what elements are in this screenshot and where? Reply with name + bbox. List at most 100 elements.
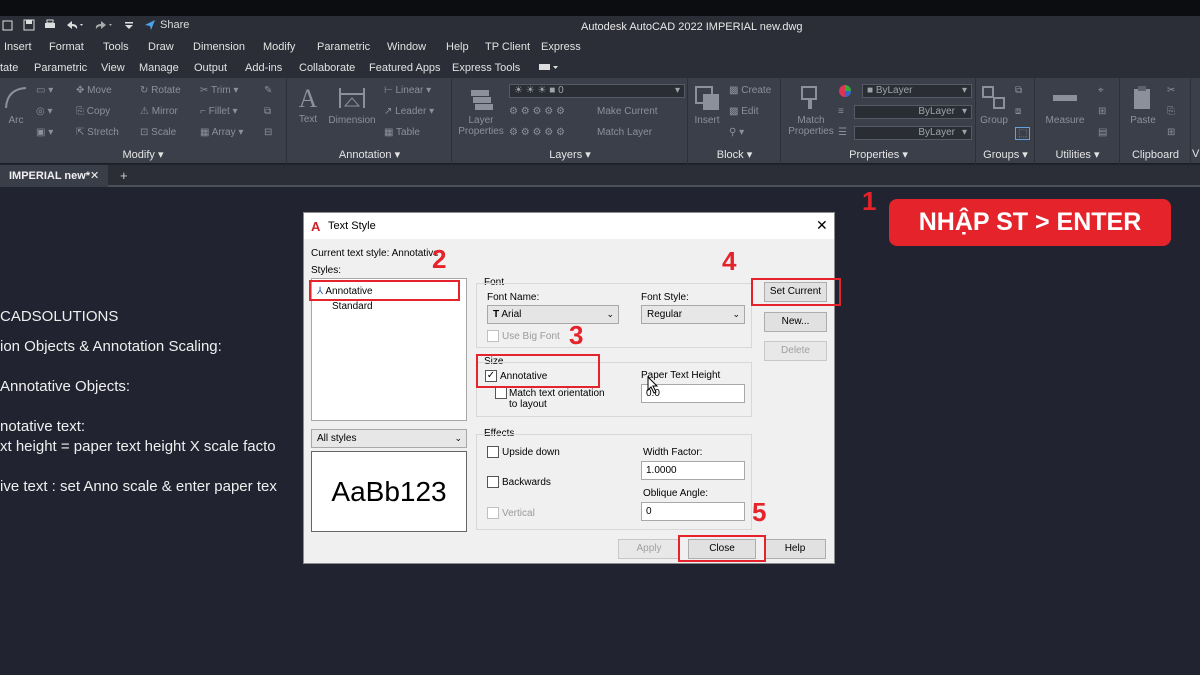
undo-icon[interactable] <box>65 19 85 31</box>
menu-dimension[interactable]: Dimension <box>193 41 245 53</box>
mirror-button[interactable]: ⚠ Mirror <box>140 106 178 117</box>
panel-modify-title[interactable]: Modify ▾ <box>0 148 286 161</box>
calculator-icon[interactable]: ▤ <box>1098 127 1107 138</box>
group-select-icon[interactable]: ⬚ <box>1015 127 1031 140</box>
menu-insert[interactable]: Insert <box>4 41 32 53</box>
panel-clipboard-title[interactable]: Clipboard <box>1121 149 1190 161</box>
linetype-icon[interactable]: ☰ <box>838 127 847 138</box>
oblique-angle-input[interactable]: 0 <box>641 502 745 521</box>
copy-clip-icon[interactable]: ⎘ <box>1167 106 1175 117</box>
panel-block-title[interactable]: Block ▾ <box>689 148 780 161</box>
layer-properties-button[interactable]: Layer Properties <box>456 84 506 137</box>
tab-annotate[interactable]: tate <box>0 62 18 74</box>
share-icon[interactable] <box>144 19 156 31</box>
paste-button[interactable]: Paste <box>1125 84 1161 126</box>
tab-output[interactable]: Output <box>194 62 227 74</box>
explode-icon[interactable]: ⧉ <box>264 106 271 117</box>
panel-annotation-title[interactable]: Annotation ▾ <box>288 148 451 161</box>
workspace-switch-icon[interactable] <box>539 62 559 75</box>
tab-view[interactable]: View <box>101 62 125 74</box>
edit-block-button[interactable]: ▩ Edit <box>729 106 758 117</box>
menu-modify[interactable]: Modify <box>263 41 295 53</box>
share-button[interactable]: Share <box>160 19 189 31</box>
hatch-tool[interactable]: ◎ ▾ <box>36 106 53 117</box>
menu-window[interactable]: Window <box>387 41 426 53</box>
copy-button[interactable]: ⎘ Copy <box>76 106 110 117</box>
open-icon[interactable] <box>2 19 14 31</box>
font-name-dropdown[interactable]: T Arial ⌄ <box>487 305 619 324</box>
tab-add-ins[interactable]: Add-ins <box>245 62 282 74</box>
use-big-font-checkbox[interactable] <box>487 330 499 342</box>
menu-draw[interactable]: Draw <box>148 41 174 53</box>
match-clip-icon[interactable]: ⊞ <box>1167 127 1175 138</box>
layer-tools-row1[interactable]: ⚙ ⚙ ⚙ ⚙ ⚙ <box>509 106 565 117</box>
font-style-dropdown[interactable]: Regular ⌄ <box>641 305 745 324</box>
text-tool[interactable]: A Text <box>294 84 322 125</box>
lineweight-icon[interactable]: ≡ <box>838 106 844 117</box>
insert-block-button[interactable]: Insert <box>691 84 723 126</box>
create-block-button[interactable]: ▩ Create <box>729 85 771 96</box>
match-orientation-checkbox[interactable] <box>495 387 507 399</box>
leader-button[interactable]: ↗ Leader ▾ <box>384 106 434 117</box>
scale-button[interactable]: ⊡ Scale <box>140 127 176 138</box>
new-style-button[interactable]: New... <box>764 312 827 332</box>
customize-qat-icon[interactable] <box>123 19 135 31</box>
menu-tools[interactable]: Tools <box>103 41 129 53</box>
quick-select-icon[interactable]: ⊞ <box>1098 106 1106 117</box>
measure-button[interactable]: Measure <box>1042 84 1088 126</box>
fillet-button[interactable]: ⌐ Fillet ▾ <box>200 106 238 117</box>
color-wheel-icon[interactable] <box>838 84 852 101</box>
block-attributes-icon[interactable]: ⚲ ▾ <box>729 127 744 138</box>
document-tab[interactable]: IMPERIAL new* ✕ <box>0 165 108 187</box>
print-icon[interactable] <box>44 19 56 31</box>
lineweight-dropdown[interactable]: ByLayer ▾ <box>854 105 972 119</box>
make-current-button[interactable]: Make Current <box>597 106 658 117</box>
apply-button[interactable]: Apply <box>618 539 680 559</box>
upside-down-checkbox[interactable] <box>487 446 499 458</box>
erase-icon[interactable]: ✎ <box>264 85 272 96</box>
tab-parametric[interactable]: Parametric <box>34 62 87 74</box>
group-button[interactable]: Group <box>979 84 1009 126</box>
color-dropdown[interactable]: ■ ByLayer ▾ <box>862 84 972 98</box>
help-button[interactable]: Help <box>764 539 826 559</box>
ungroup-icon[interactable]: ⧉ <box>1015 85 1022 96</box>
trim-button[interactable]: ✂ Trim ▾ <box>200 85 238 96</box>
table-button[interactable]: ▦ Table <box>384 127 420 138</box>
layer-dropdown[interactable]: ☀ ☀ ☀ ■ 0 ▾ <box>509 84 685 98</box>
styles-filter-dropdown[interactable]: All styles ⌄ <box>311 429 467 448</box>
vertical-checkbox[interactable] <box>487 507 499 519</box>
region-tool[interactable]: ▣ ▾ <box>36 127 53 138</box>
delete-style-button[interactable]: Delete <box>764 341 827 361</box>
cut-icon[interactable]: ✂ <box>1167 85 1175 96</box>
menu-format[interactable]: Format <box>49 41 84 53</box>
tab-express-tools[interactable]: Express Tools <box>452 62 520 74</box>
panel-view-title-partial[interactable]: V <box>1192 148 1199 160</box>
panel-groups-title[interactable]: Groups ▾ <box>977 148 1034 161</box>
style-item-standard[interactable]: Standard <box>332 301 373 312</box>
rectangle-tool[interactable]: ▭ ▾ <box>36 85 53 96</box>
menu-parametric[interactable]: Parametric <box>317 41 370 53</box>
rotate-button[interactable]: ↻ Rotate <box>140 85 181 96</box>
tab-collaborate[interactable]: Collaborate <box>299 62 355 74</box>
panel-utilities-title[interactable]: Utilities ▾ <box>1036 148 1119 161</box>
close-icon[interactable]: ✕ <box>816 217 828 234</box>
stretch-button[interactable]: ⇱ Stretch <box>76 127 119 138</box>
panel-properties-title[interactable]: Properties ▾ <box>782 148 975 161</box>
tab-featured-apps[interactable]: Featured Apps <box>369 62 441 74</box>
move-button[interactable]: ✥ Move <box>76 85 112 96</box>
menu-express[interactable]: Express <box>541 41 581 53</box>
save-icon[interactable] <box>23 19 35 31</box>
tab-manage[interactable]: Manage <box>139 62 179 74</box>
linetype-dropdown[interactable]: ByLayer ▾ <box>854 126 972 140</box>
close-tab-icon[interactable]: ✕ <box>90 169 99 182</box>
group-edit-icon[interactable]: ⧈ <box>1015 106 1021 117</box>
menu-tp-client[interactable]: TP Client <box>485 41 530 53</box>
id-point-icon[interactable]: ⌖ <box>1098 85 1104 96</box>
arc-tool[interactable]: Arc <box>3 84 29 126</box>
match-properties-button[interactable]: Match Properties <box>786 84 836 137</box>
dimension-tool[interactable]: Dimension <box>326 84 378 126</box>
redo-icon[interactable] <box>94 19 114 31</box>
menu-help[interactable]: Help <box>446 41 469 53</box>
new-tab-icon[interactable]: + <box>120 168 128 183</box>
match-layer-button[interactable]: Match Layer <box>597 127 652 138</box>
